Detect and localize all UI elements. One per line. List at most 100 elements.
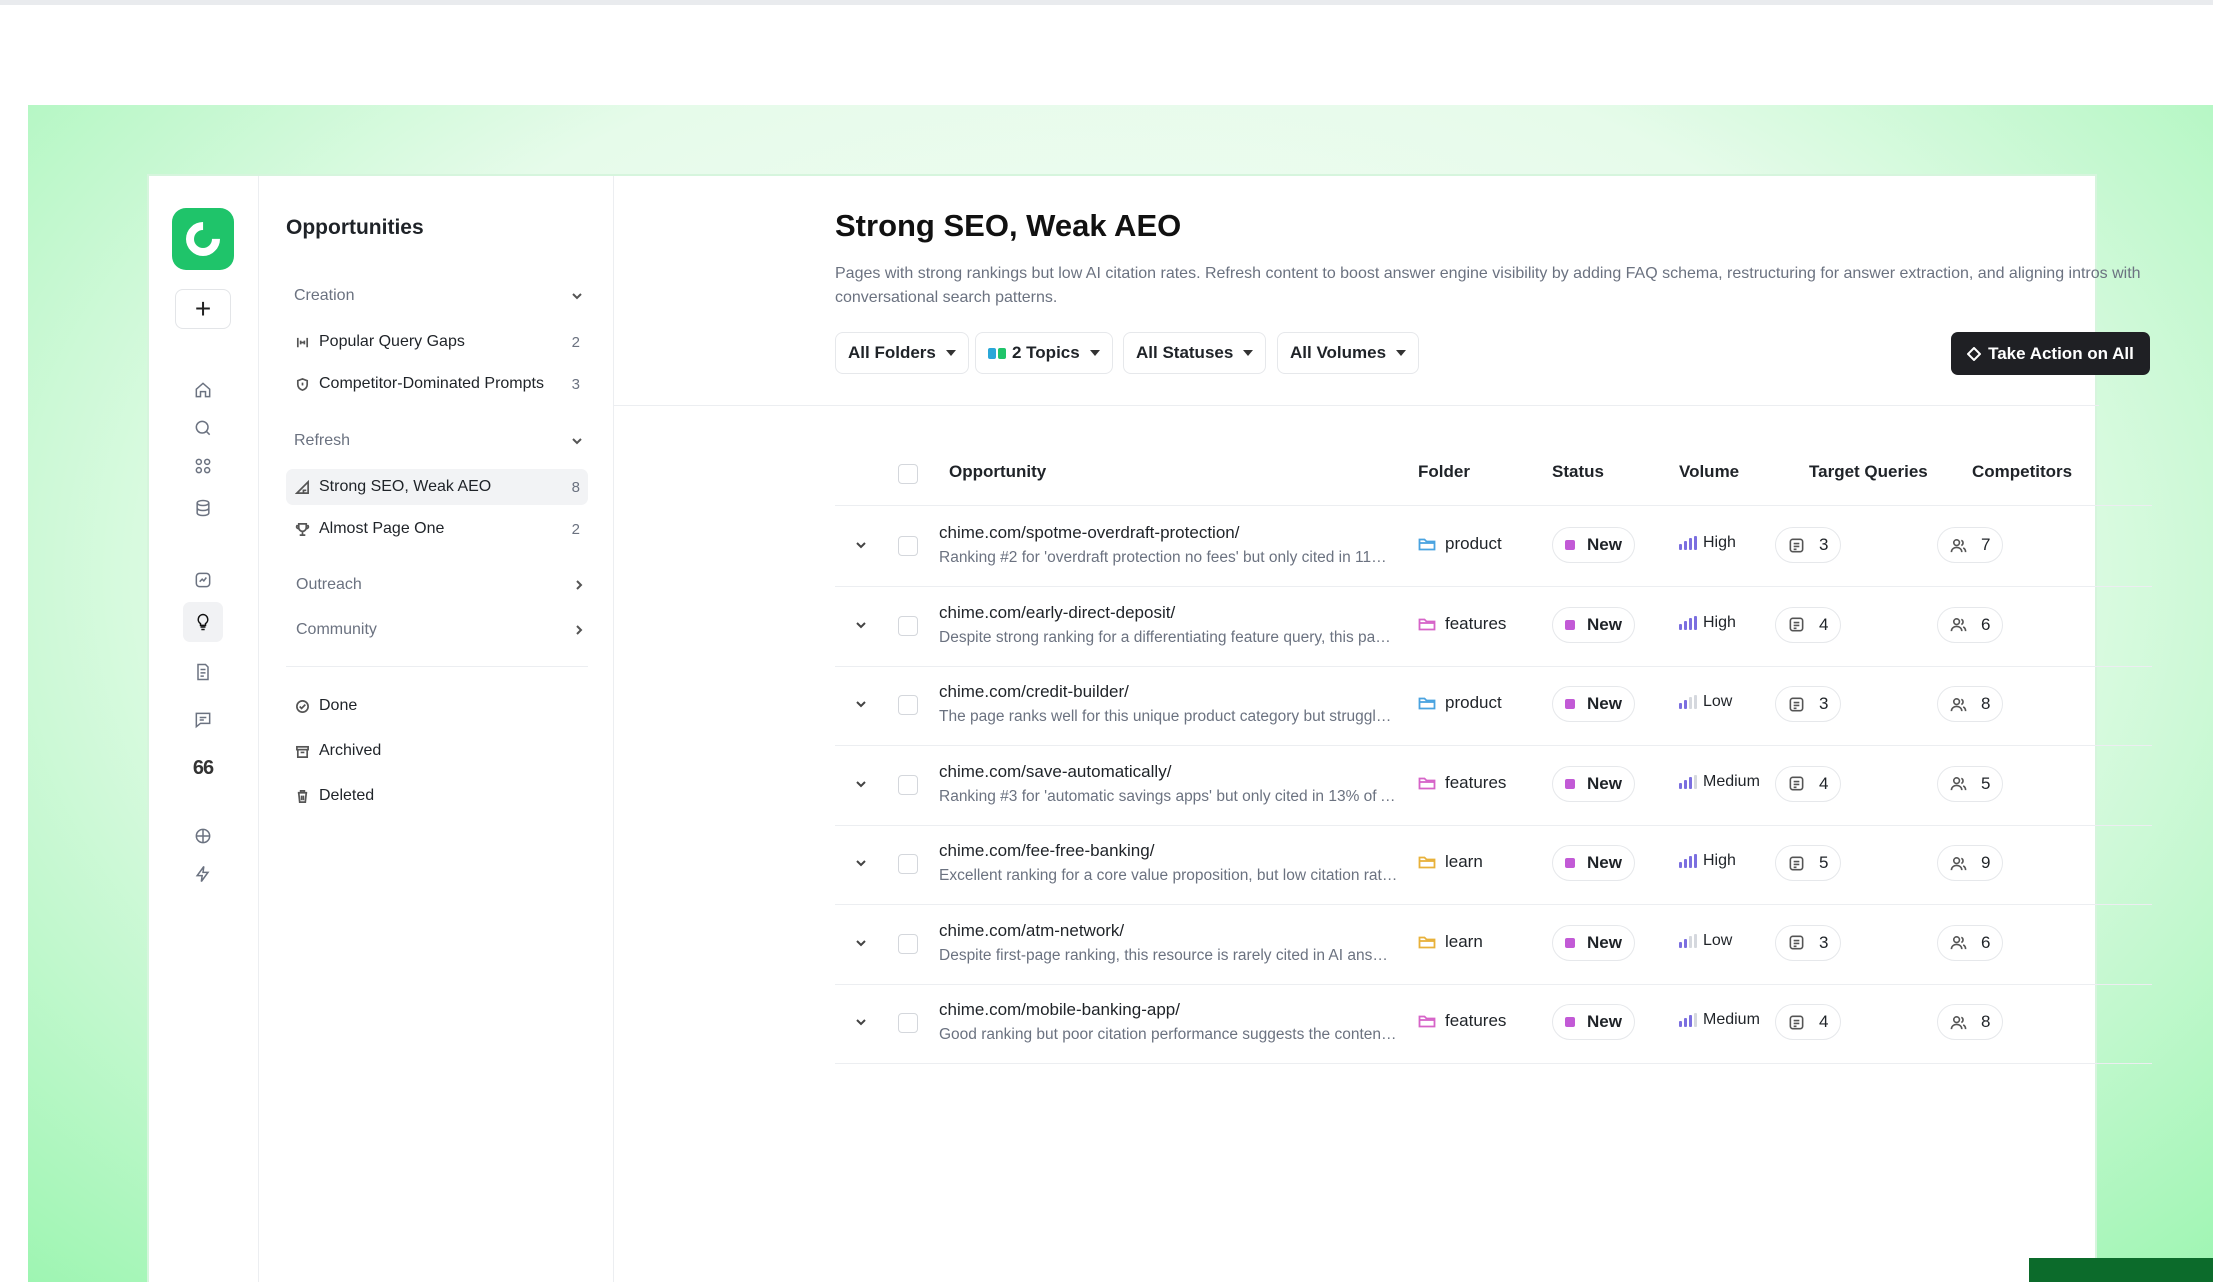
analytics-icon[interactable] [189,566,217,594]
corner-widget[interactable] [2029,1258,2213,1282]
status-badge[interactable]: New [1552,845,1635,881]
opportunity-url[interactable]: chime.com/fee-free-banking/ [939,841,1154,861]
folder-cell[interactable]: learn [1418,932,1483,952]
table-row[interactable]: chime.com/atm-network/ Despite first-pag… [835,905,2152,985]
expand-chevron-icon[interactable] [853,617,869,633]
col-opportunity[interactable]: Opportunity [949,462,1046,482]
lightning-icon[interactable] [189,860,217,888]
chat-icon[interactable] [189,706,217,734]
topics-filter[interactable]: 2 Topics [975,332,1113,374]
nav-item-competitor-dominated-prompts[interactable]: Competitor-Dominated Prompts 3 [286,366,588,402]
row-checkbox[interactable] [898,933,918,954]
row-checkbox[interactable] [898,1013,918,1033]
opportunity-url[interactable]: chime.com/mobile-banking-app/ [939,1000,1180,1020]
target-queries-pill[interactable]: 4 [1775,1004,1842,1040]
col-competitors[interactable]: Competitors [1972,462,2072,482]
competitors-pill[interactable]: 5 [1937,765,2004,802]
expand-chevron-icon[interactable] [853,776,869,792]
status-badge[interactable]: New [1552,765,1635,802]
nav-item-strong-seo-weak-aeo[interactable]: Strong SEO, Weak AEO 8 [286,469,588,505]
row-checkbox[interactable] [898,615,918,636]
row-checkbox[interactable] [898,536,918,556]
target-queries-pill[interactable]: 4 [1775,606,1842,643]
competitors-pill[interactable]: 6 [1937,606,2004,643]
table-row[interactable]: chime.com/fee-free-banking/ Excellent ra… [835,825,2152,905]
status-badge[interactable]: New [1552,527,1635,563]
col-volume[interactable]: Volume [1679,462,1739,482]
competitors-pill[interactable]: 6 [1937,924,2004,961]
app-logo[interactable] [172,208,234,270]
competitors-pill[interactable]: 9 [1937,845,2004,881]
nav-item-deleted[interactable]: Deleted [286,778,588,814]
target-queries-pill[interactable]: 5 [1775,845,1842,881]
search-icon[interactable] [189,414,217,442]
row-checkbox[interactable] [898,695,918,715]
volumes-filter[interactable]: All Volumes [1277,332,1420,374]
opportunity-url[interactable]: chime.com/save-automatically/ [939,762,1171,782]
opportunity-url[interactable]: chime.com/credit-builder/ [939,682,1129,702]
target-queries-pill[interactable]: 3 [1775,527,1842,563]
header-divider [614,405,2099,406]
col-folder[interactable]: Folder [1418,462,1470,482]
section-outreach[interactable]: Outreach [296,570,586,600]
page-description: Pages with strong rankings but low AI ci… [835,265,2141,306]
volume-label: High [1703,852,1736,869]
expand-chevron-icon[interactable] [853,537,869,553]
folders-filter[interactable]: All Folders [835,332,969,374]
table-row[interactable]: chime.com/mobile-banking-app/ Good ranki… [835,984,2152,1064]
opportunity-url[interactable]: chime.com/early-direct-deposit/ [939,603,1175,623]
folder-cell[interactable]: learn [1418,852,1483,872]
target-queries-pill[interactable]: 3 [1775,686,1842,722]
select-all-checkbox[interactable] [898,464,918,484]
competitors-pill[interactable]: 7 [1937,527,2004,563]
target-queries-pill[interactable]: 3 [1775,924,1842,961]
home-icon[interactable] [189,376,217,404]
competitors-pill[interactable]: 8 [1937,686,2004,722]
section-label: Creation [294,287,355,304]
section-community[interactable]: Community [296,615,586,645]
expand-chevron-icon[interactable] [853,1014,869,1030]
folder-cell[interactable]: product [1418,693,1502,713]
status-badge[interactable]: New [1552,686,1635,722]
table-row[interactable]: chime.com/credit-builder/ The page ranks… [835,666,2152,746]
database-icon[interactable] [189,494,217,522]
status-badge[interactable]: New [1552,924,1635,961]
target-queries-count: 3 [1819,535,1829,554]
row-checkbox[interactable] [898,774,918,795]
nav-item-done[interactable]: Done [286,688,588,724]
folder-cell[interactable]: product [1418,534,1502,554]
new-button[interactable]: + [175,289,231,329]
quote-icon[interactable]: 66 [189,754,217,782]
users-icon [1950,777,1967,791]
table-icon[interactable] [189,822,217,850]
col-target-queries[interactable]: Target Queries [1809,462,1928,482]
expand-chevron-icon[interactable] [853,935,869,951]
section-refresh[interactable]: Refresh [294,426,584,456]
expand-chevron-icon[interactable] [853,855,869,871]
competitors-pill[interactable]: 8 [1937,1004,2004,1040]
row-checkbox[interactable] [898,854,918,874]
col-status[interactable]: Status [1552,462,1604,482]
folder-cell[interactable]: features [1418,614,1506,634]
table-row[interactable]: chime.com/spotme-overdraft-protection/ R… [835,507,2152,587]
statuses-filter[interactable]: All Statuses [1123,332,1267,374]
target-queries-pill[interactable]: 4 [1775,765,1842,802]
queries-icon [1789,617,1804,632]
opportunity-url[interactable]: chime.com/spotme-overdraft-protection/ [939,523,1239,543]
take-action-on-all-button[interactable]: Take Action on All [1951,332,2150,375]
status-badge[interactable]: New [1552,1004,1635,1040]
expand-chevron-icon[interactable] [853,696,869,712]
section-creation[interactable]: Creation [294,281,584,311]
nav-item-popular-query-gaps[interactable]: Popular Query Gaps 2 [286,324,588,360]
table-row[interactable]: chime.com/save-automatically/ Ranking #3… [835,746,2152,826]
nav-item-almost-page-one[interactable]: Almost Page One 2 [286,511,588,547]
lightbulb-icon[interactable] [183,602,223,642]
nav-item-archived[interactable]: Archived [286,733,588,769]
folder-cell[interactable]: features [1418,773,1506,793]
grid-icon[interactable] [189,452,217,480]
opportunity-url[interactable]: chime.com/atm-network/ [939,921,1124,941]
folder-cell[interactable]: features [1418,1011,1506,1031]
status-badge[interactable]: New [1552,606,1635,643]
table-row[interactable]: chime.com/early-direct-deposit/ Despite … [835,587,2152,667]
document-icon[interactable] [189,658,217,686]
